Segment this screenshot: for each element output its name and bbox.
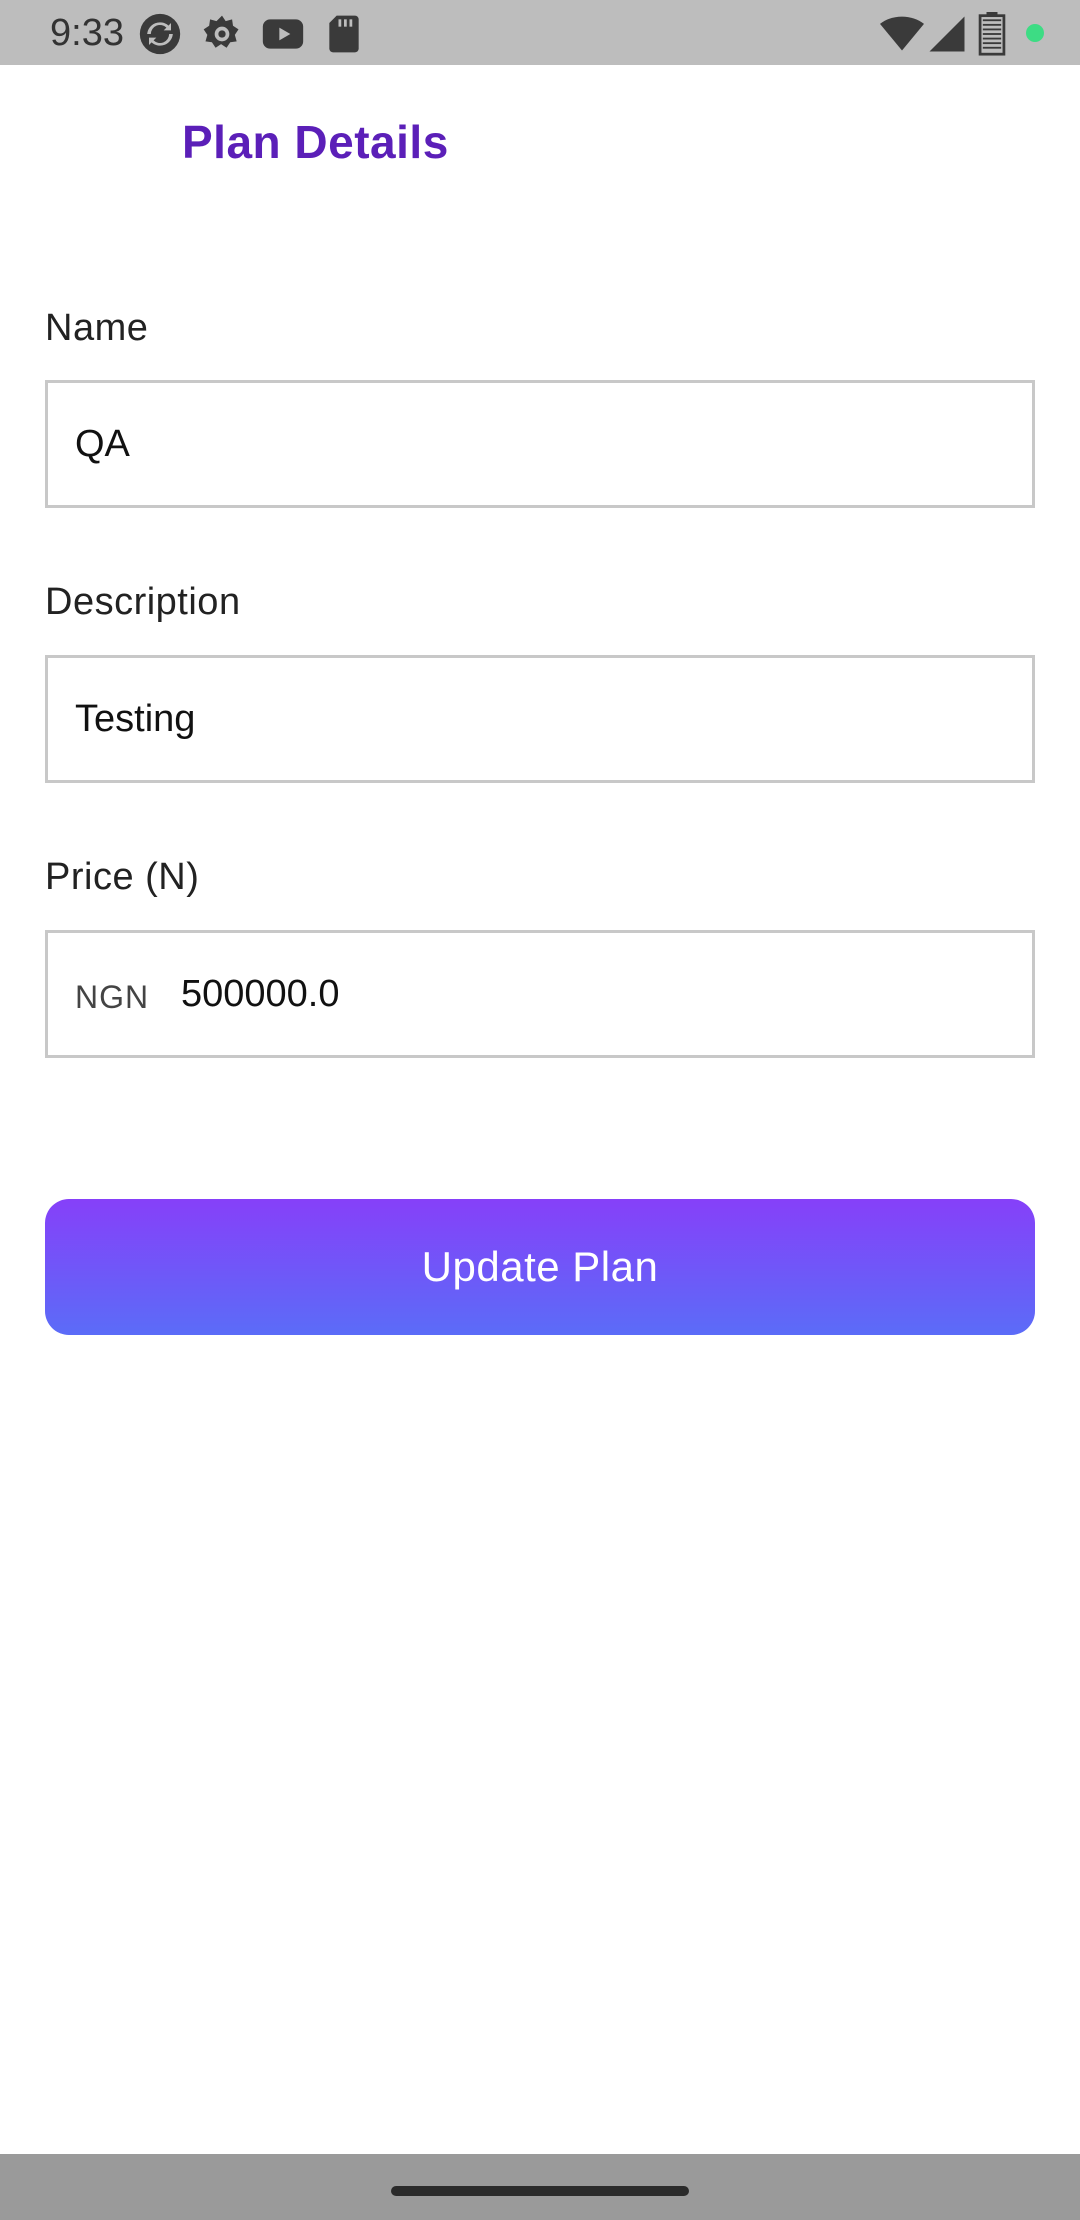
description-label: Description <box>45 581 241 623</box>
navigation-bar <box>0 2154 1080 2220</box>
status-time: 9:33 <box>50 12 124 54</box>
name-value: QA <box>75 423 130 465</box>
status-bar: 9:33 <box>0 0 1080 65</box>
update-plan-button[interactable]: Update Plan <box>45 1199 1035 1335</box>
price-label: Price (N) <box>45 856 200 898</box>
home-handle[interactable] <box>391 2186 689 2196</box>
sync-icon <box>138 12 182 56</box>
cell-signal-icon <box>926 12 968 56</box>
currency-prefix: NGN <box>75 979 150 1015</box>
youtube-icon <box>261 12 305 56</box>
battery-icon <box>976 12 1008 56</box>
dot-indicator-icon <box>1026 24 1044 42</box>
plan-details-screen: 9:33 Plan Details Name QA Description Te… <box>0 0 1080 2220</box>
description-value: Testing <box>75 698 196 740</box>
wifi-icon <box>878 12 926 56</box>
page-title: Plan Details <box>182 116 449 168</box>
price-value: 500000.0 <box>181 973 340 1015</box>
description-field[interactable]: Testing <box>45 655 1035 783</box>
sd-card-icon <box>322 12 366 56</box>
name-field[interactable]: QA <box>45 380 1035 508</box>
name-label: Name <box>45 307 149 349</box>
price-field[interactable]: NGN 500000.0 <box>45 930 1035 1058</box>
settings-icon <box>200 12 244 56</box>
